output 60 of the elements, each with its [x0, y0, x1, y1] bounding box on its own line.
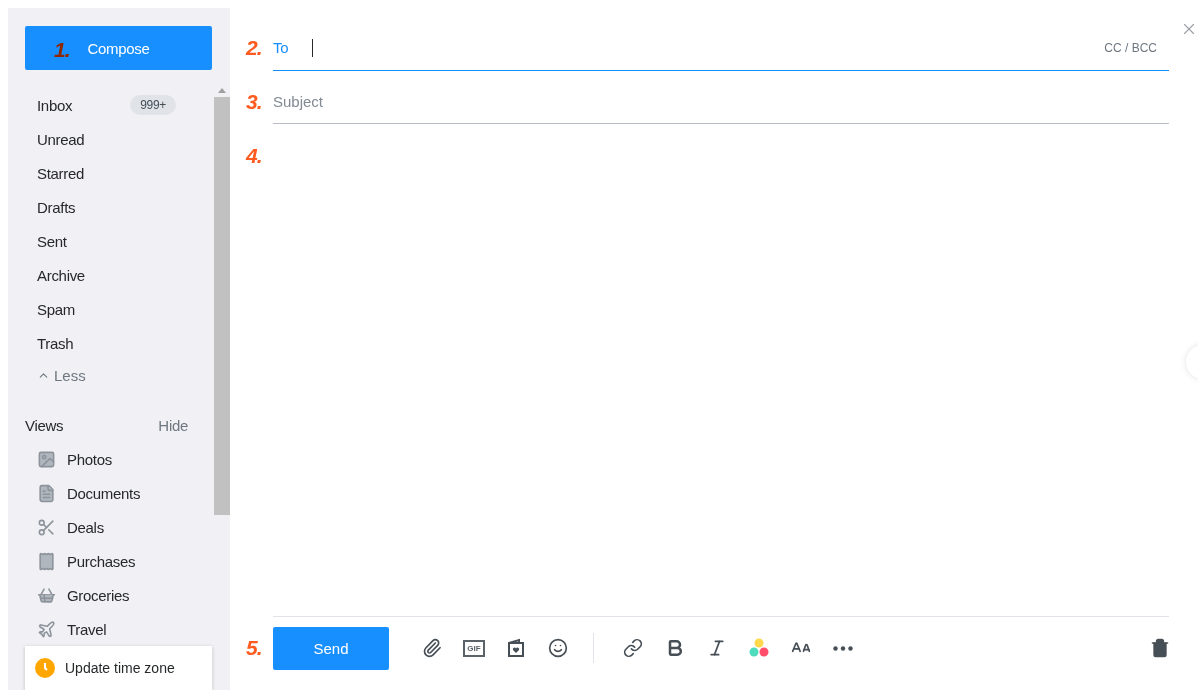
- folder-item[interactable]: Starred: [8, 156, 214, 190]
- clock-icon: [35, 658, 55, 678]
- view-item[interactable]: Purchases: [8, 544, 214, 578]
- view-label: Travel: [67, 620, 107, 638]
- gif-button[interactable]: GIF: [453, 632, 495, 664]
- gif-icon: GIF: [463, 639, 485, 657]
- view-label: Deals: [67, 518, 104, 536]
- step-marker: 2.: [246, 36, 262, 59]
- view-label: Purchases: [67, 552, 136, 570]
- step-marker: 4.: [246, 144, 262, 167]
- color-dots-icon: [748, 637, 770, 659]
- trash-icon: [1150, 638, 1170, 658]
- folder-item[interactable]: Drafts: [8, 190, 214, 224]
- view-label: Photos: [67, 450, 112, 468]
- photos-icon: [37, 449, 56, 469]
- view-item[interactable]: Groceries: [8, 578, 214, 612]
- timezone-notice[interactable]: Update time zone: [25, 646, 212, 690]
- folder-item[interactable]: Sent: [8, 224, 214, 258]
- view-item[interactable]: Documents: [8, 476, 214, 510]
- more-icon: [833, 645, 853, 651]
- cc-bcc-link[interactable]: CC / BCC: [1104, 40, 1157, 55]
- view-item[interactable]: Photos: [8, 442, 214, 476]
- hide-link[interactable]: Hide: [158, 416, 188, 434]
- folder-label: Archive: [37, 266, 85, 284]
- folder-label: Sent: [37, 232, 67, 250]
- folder-label: Starred: [37, 164, 85, 182]
- view-item[interactable]: Deals: [8, 510, 214, 544]
- receipt-icon: [37, 551, 56, 571]
- link-icon: [623, 638, 643, 658]
- folder-item[interactable]: Inbox 999+: [8, 88, 214, 122]
- folder-label: Trash: [37, 334, 74, 352]
- basket-icon: [37, 585, 56, 605]
- folder-label: Spam: [37, 300, 75, 318]
- document-icon: [37, 483, 56, 503]
- scissors-icon: [37, 517, 56, 537]
- step-marker: 3.: [246, 90, 262, 113]
- folder-label: Drafts: [37, 198, 76, 216]
- folder-item[interactable]: Spam: [8, 292, 214, 326]
- folder-item[interactable]: Archive: [8, 258, 214, 292]
- to-label: To: [273, 39, 289, 56]
- views-heading: Views: [25, 416, 64, 434]
- unread-count: 999+: [130, 95, 176, 115]
- less-link[interactable]: Less: [8, 360, 214, 390]
- step-marker: 1.: [54, 38, 70, 62]
- view-item[interactable]: Travel: [8, 612, 214, 646]
- folder-item[interactable]: Unread: [8, 122, 214, 156]
- italic-icon: [707, 638, 727, 658]
- view-label: Groceries: [67, 586, 130, 604]
- smiley-icon: [548, 638, 568, 658]
- step-marker: 5.: [246, 636, 262, 659]
- view-label: Documents: [67, 484, 141, 502]
- plane-icon: [37, 619, 56, 639]
- folder-label: Unread: [37, 130, 85, 148]
- paperclip-icon: [422, 638, 442, 658]
- card-icon: [506, 638, 526, 658]
- subject-field[interactable]: Subject: [273, 80, 1169, 124]
- to-field[interactable]: To CC / BCC: [273, 25, 1169, 71]
- notice-text: Update time zone: [65, 660, 175, 676]
- folder-label: Inbox: [37, 96, 73, 114]
- folder-item[interactable]: Trash: [8, 326, 214, 360]
